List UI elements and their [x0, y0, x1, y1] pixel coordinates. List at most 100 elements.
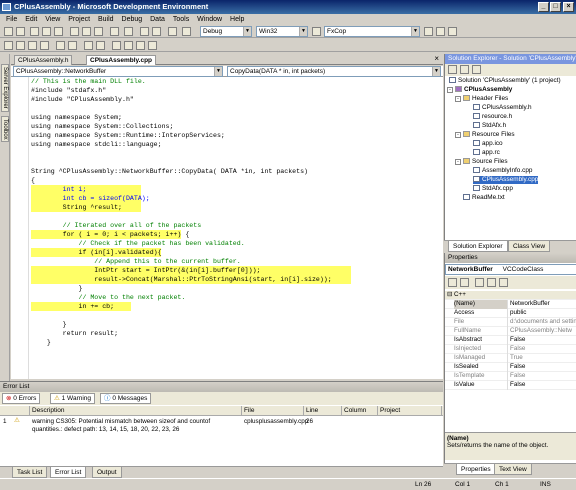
menu-help[interactable]: Help: [230, 14, 244, 25]
property-value[interactable]: d:\documents and setting: [510, 318, 576, 327]
new-project-icon[interactable]: [4, 27, 13, 36]
property-row[interactable]: File d:\documents and setting: [445, 318, 576, 327]
property-value[interactable]: True: [510, 354, 576, 363]
server-explorer-tab[interactable]: Server Explorer: [1, 64, 9, 112]
complete-word-icon[interactable]: [40, 41, 49, 50]
parameter-info-icon[interactable]: [16, 41, 25, 50]
property-value[interactable]: False: [510, 345, 576, 354]
column-line[interactable]: Line: [304, 406, 342, 416]
open-file-icon[interactable]: [30, 27, 39, 36]
menu-data[interactable]: Data: [150, 14, 165, 25]
indent-icon[interactable]: [68, 41, 77, 50]
menu-tools[interactable]: Tools: [173, 14, 189, 25]
property-value[interactable]: NetworkBuffer: [510, 300, 576, 309]
comment-icon[interactable]: [84, 41, 93, 50]
messages-filter-button[interactable]: ⓘ 0 Messages: [100, 393, 152, 404]
menu-view[interactable]: View: [45, 14, 60, 25]
properties-view-icon[interactable]: [475, 278, 484, 287]
property-pages-icon[interactable]: [499, 278, 508, 287]
collapse-icon[interactable]: -: [455, 159, 461, 165]
property-value[interactable]: False: [510, 336, 576, 345]
menu-debug[interactable]: Debug: [122, 14, 143, 25]
column-description[interactable]: Description: [30, 406, 242, 416]
collapse-icon[interactable]: -: [447, 87, 453, 93]
tree-file[interactable]: ReadMe.txt: [463, 194, 505, 202]
tab-error-list[interactable]: Error List: [50, 467, 87, 478]
code-editor[interactable]: // This is the main DLL file. #include "…: [11, 77, 443, 379]
object-list-icon[interactable]: [4, 41, 13, 50]
minimize-button[interactable]: _: [538, 2, 549, 12]
property-value[interactable]: CPlusAssembly::Netw: [510, 327, 576, 336]
property-value[interactable]: False: [510, 381, 576, 390]
property-row[interactable]: FullName CPlusAssembly::Netw: [445, 327, 576, 336]
member-dropdown[interactable]: CopyData(DATA * in, int packets) ▼: [227, 66, 441, 77]
bookmark-prev-icon[interactable]: [136, 41, 145, 50]
tree-file-selected[interactable]: CPlusAssembly.cpp: [473, 176, 539, 184]
navigate-back-icon[interactable]: [140, 27, 149, 36]
bookmark-toggle-icon[interactable]: [112, 41, 121, 50]
property-row[interactable]: IsAbstract False: [445, 336, 576, 345]
properties-object-dropdown[interactable]: NetworkBuffer VCCodeClass: [445, 264, 576, 275]
tab-class-view[interactable]: Class View: [508, 241, 551, 252]
tree-file[interactable]: AssemblyInfo.cpp: [473, 167, 532, 175]
tree-solution[interactable]: Solution 'CPlusAssembly' (1 project): [449, 77, 561, 85]
property-value[interactable]: False: [510, 372, 576, 381]
property-section[interactable]: ⊟ C++: [445, 291, 576, 300]
tab-cplusassembly-cpp[interactable]: CPlusAssembly.cpp: [86, 55, 157, 65]
toolbox-tab[interactable]: Toolbox: [1, 116, 9, 142]
property-value[interactable]: False: [510, 363, 576, 372]
add-item-icon[interactable]: [16, 27, 25, 36]
events-icon[interactable]: [487, 278, 496, 287]
menu-edit[interactable]: Edit: [25, 14, 37, 25]
undo-icon[interactable]: [110, 27, 119, 36]
redo-icon[interactable]: [124, 27, 133, 36]
save-all-icon[interactable]: [54, 27, 63, 36]
tree-file[interactable]: app.rc: [473, 149, 500, 157]
tree-file[interactable]: app.ico: [473, 140, 503, 148]
properties-icon[interactable]: [448, 65, 457, 74]
uncomment-icon[interactable]: [96, 41, 105, 50]
menu-project[interactable]: Project: [68, 14, 90, 25]
menu-build[interactable]: Build: [98, 14, 114, 25]
tree-folder-source-files[interactable]: Source Files: [463, 158, 508, 166]
collapse-icon[interactable]: -: [455, 96, 461, 102]
refresh-icon[interactable]: [472, 65, 481, 74]
solution-explorer-icon[interactable]: [424, 27, 433, 36]
paste-icon[interactable]: [94, 27, 103, 36]
tree-file[interactable]: StdAfx.h: [473, 122, 506, 130]
tab-output[interactable]: Output: [92, 467, 122, 478]
tab-text-view[interactable]: Text View: [494, 464, 532, 475]
tree-folder-header-files[interactable]: Header Files: [463, 95, 508, 103]
tree-project[interactable]: CPlusAssembly: [455, 86, 512, 94]
warnings-filter-button[interactable]: ⚠ 1 Warning: [50, 393, 96, 404]
alphabetical-icon[interactable]: [460, 278, 469, 287]
bookmark-clear-icon[interactable]: [148, 41, 157, 50]
tree-file[interactable]: StdAfx.cpp: [473, 185, 513, 193]
property-row[interactable]: IsSealed False: [445, 363, 576, 372]
collapse-icon[interactable]: -: [455, 132, 461, 138]
type-dropdown[interactable]: CPlusAssembly::NetworkBuffer ▼: [13, 66, 223, 77]
property-row[interactable]: (Name) NetworkBuffer: [445, 300, 576, 309]
property-value[interactable]: public: [510, 309, 576, 318]
outdent-icon[interactable]: [56, 41, 65, 50]
tree-folder-resource-files[interactable]: Resource Files: [463, 131, 515, 139]
cut-icon[interactable]: [70, 27, 79, 36]
property-row[interactable]: IsInjected False: [445, 345, 576, 354]
property-row[interactable]: IsManaged True: [445, 354, 576, 363]
tab-task-list[interactable]: Task List: [12, 467, 48, 478]
find-combo[interactable]: FxCop ▼: [324, 26, 420, 37]
column-column[interactable]: Column: [342, 406, 378, 416]
column-project[interactable]: Project: [378, 406, 442, 416]
show-all-files-icon[interactable]: [460, 65, 469, 74]
tab-solution-explorer[interactable]: Solution Explorer: [448, 241, 508, 252]
save-icon[interactable]: [42, 27, 51, 36]
errors-filter-button[interactable]: ⊗ 0 Errors: [2, 393, 41, 404]
column-file[interactable]: File: [242, 406, 304, 416]
property-row[interactable]: Access public: [445, 309, 576, 318]
property-row[interactable]: IsValue False: [445, 381, 576, 390]
close-button[interactable]: ×: [563, 2, 574, 12]
quick-info-icon[interactable]: [28, 41, 37, 50]
navigate-forward-icon[interactable]: [152, 27, 161, 36]
find-in-files-icon[interactable]: [312, 27, 321, 36]
tree-file[interactable]: resource.h: [473, 113, 512, 121]
